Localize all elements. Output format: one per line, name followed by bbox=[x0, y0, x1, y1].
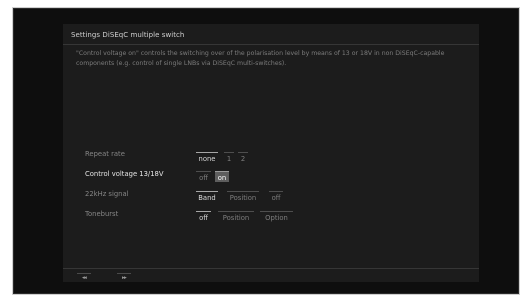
help-description: "Control voltage on" controls the switch… bbox=[76, 50, 445, 67]
toneburst-label: Toneburst bbox=[85, 210, 119, 218]
title-divider bbox=[63, 44, 479, 45]
control-voltage-label: Control voltage 13/18V bbox=[85, 170, 164, 178]
control-voltage-option-on[interactable]: on bbox=[215, 171, 229, 182]
22khz-signal-label: 22kHz signal bbox=[85, 190, 129, 198]
22khz-signal-option-off[interactable]: off bbox=[269, 191, 283, 202]
fast-forward-icon[interactable]: ▸▸ bbox=[117, 273, 131, 281]
22khz-signal-option-position[interactable]: Position bbox=[227, 191, 259, 202]
22khz-signal-option-band[interactable]: Band bbox=[196, 191, 218, 202]
footer-divider bbox=[63, 268, 479, 269]
repeat-rate-option-none[interactable]: none bbox=[196, 152, 218, 163]
tv-frame: Settings DiSEqC multiple switch "Control… bbox=[12, 7, 520, 295]
rewind-icon[interactable]: ◂◂ bbox=[77, 273, 91, 281]
toneburst-option-option[interactable]: Option bbox=[260, 211, 293, 222]
settings-dialog: Settings DiSEqC multiple switch "Control… bbox=[63, 24, 479, 282]
control-voltage-option-off[interactable]: off bbox=[196, 171, 211, 182]
repeat-rate-option-2[interactable]: 2 bbox=[238, 152, 248, 163]
toneburst-option-position[interactable]: Position bbox=[218, 211, 254, 222]
dialog-title: Settings DiSEqC multiple switch bbox=[71, 31, 185, 39]
repeat-rate-option-1[interactable]: 1 bbox=[224, 152, 234, 163]
toneburst-option-off[interactable]: off bbox=[196, 211, 211, 222]
repeat-rate-label: Repeat rate bbox=[85, 150, 125, 158]
